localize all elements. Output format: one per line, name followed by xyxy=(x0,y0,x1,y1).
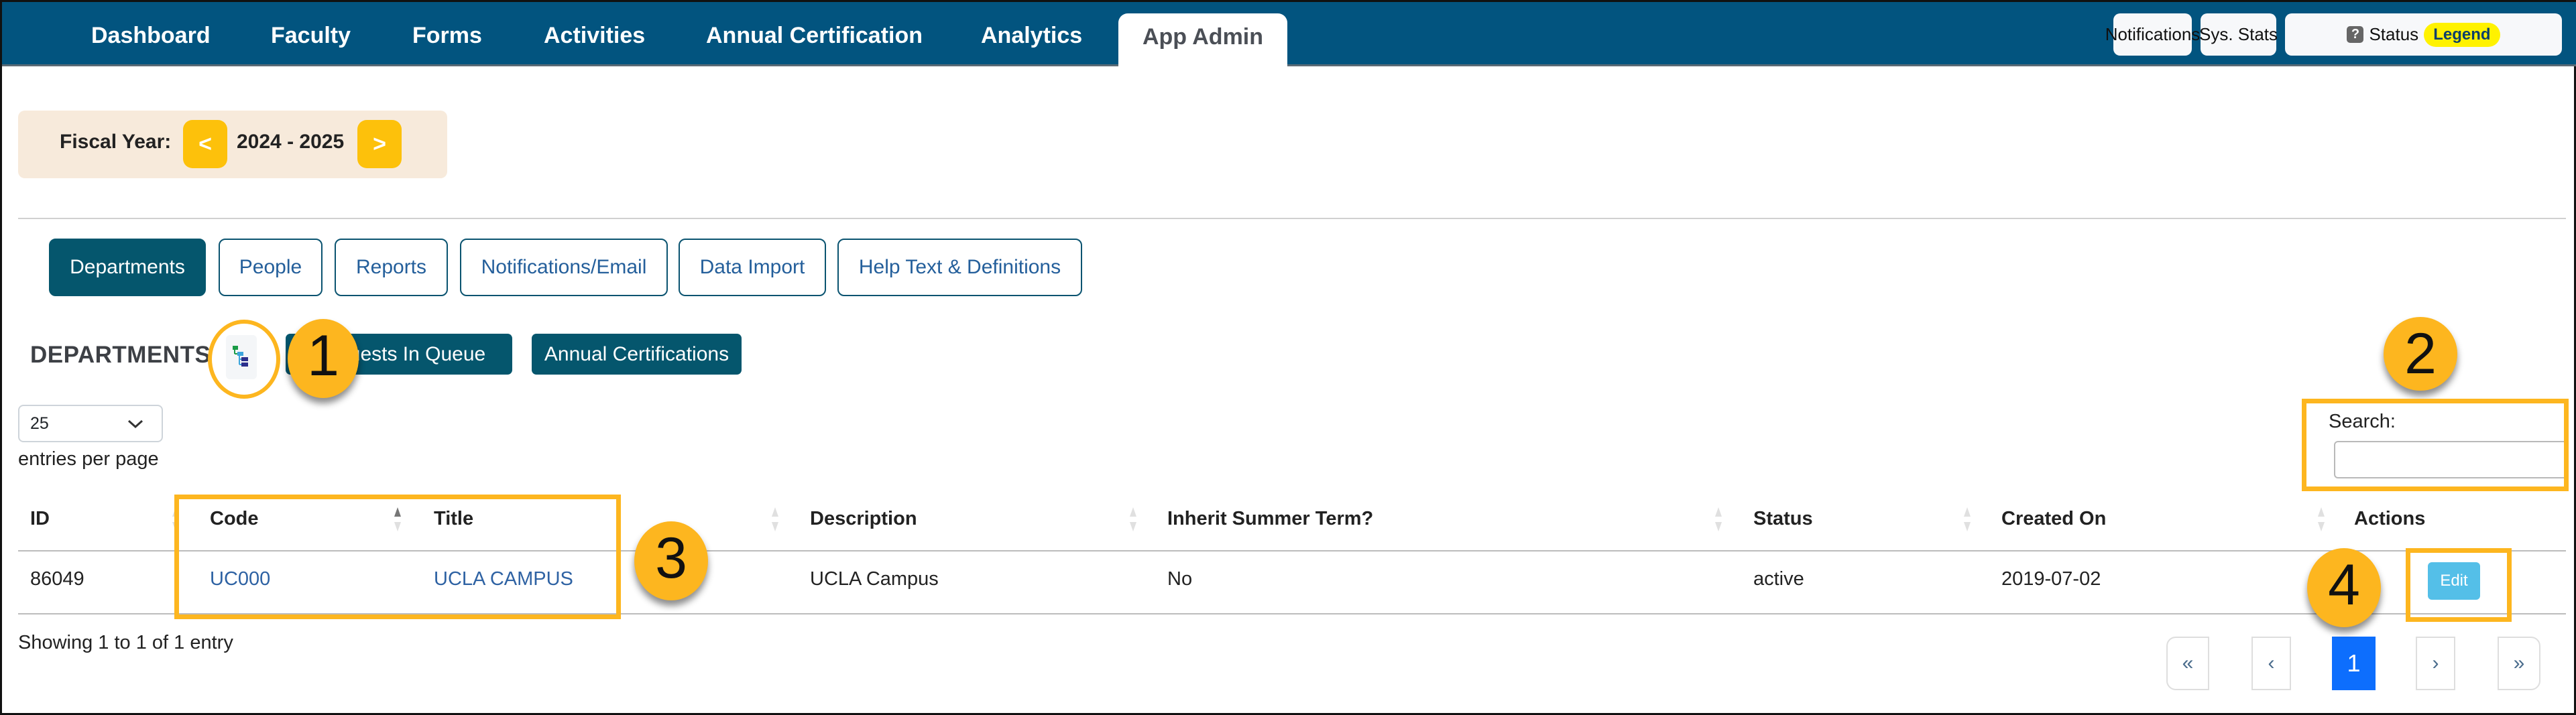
annotation-box-4 xyxy=(2406,548,2512,622)
nav-analytics[interactable]: Analytics xyxy=(981,22,1082,49)
legend-badge: Legend xyxy=(2424,22,2500,47)
column-header-id[interactable]: ID xyxy=(30,508,50,530)
tab-reports[interactable]: Reports xyxy=(335,239,448,296)
sort-icon xyxy=(1964,507,1971,531)
pagination-last-button[interactable]: » xyxy=(2498,637,2540,690)
entries-per-page-value: 25 xyxy=(30,413,49,433)
fiscal-year-prev-button[interactable]: < xyxy=(183,120,227,168)
annotation-callout-3: 3 xyxy=(634,521,708,600)
nav-activities[interactable]: Activities xyxy=(544,22,645,49)
fiscal-year-label: Fiscal Year: xyxy=(60,131,172,153)
pagination-prev-button[interactable]: ‹ xyxy=(2251,637,2291,690)
fiscal-year-value: 2024 - 2025 xyxy=(237,131,345,153)
tab-notifications-email[interactable]: Notifications/Email xyxy=(460,239,668,296)
tab-data-import[interactable]: Data Import xyxy=(679,239,826,296)
section-divider xyxy=(18,218,2566,219)
annual-certifications-button[interactable]: Annual Certifications xyxy=(532,334,742,375)
tab-help-text-definitions[interactable]: Help Text & Definitions xyxy=(837,239,1082,296)
status-label: Status xyxy=(2369,24,2419,44)
cell-created-on: 2019-07-02 xyxy=(2001,568,2101,590)
tab-people[interactable]: People xyxy=(219,239,323,296)
column-header-status[interactable]: Status xyxy=(1753,508,1813,530)
pagination-page-1[interactable]: 1 xyxy=(2332,637,2376,690)
annotation-box-2 xyxy=(2302,399,2569,491)
departments-heading: DEPARTMENTS xyxy=(30,342,211,368)
fiscal-year-selector: Fiscal Year: < 2024 - 2025 > xyxy=(18,111,447,178)
nav-forms[interactable]: Forms xyxy=(412,22,482,49)
pagination-next-button[interactable]: › xyxy=(2416,637,2455,690)
annotation-box-3 xyxy=(174,495,621,619)
cell-description: UCLA Campus xyxy=(810,568,939,590)
entries-per-page-select[interactable]: 25 xyxy=(18,405,163,442)
nav-app-admin[interactable]: App Admin xyxy=(1118,13,1287,68)
column-header-created-on[interactable]: Created On xyxy=(2001,508,2106,530)
sort-icon xyxy=(772,507,778,531)
help-icon: ? xyxy=(2347,26,2364,43)
nav-annual-certification[interactable]: Annual Certification xyxy=(706,22,923,49)
sort-icon xyxy=(1715,507,1722,531)
fiscal-year-next-button[interactable]: > xyxy=(357,120,402,168)
nav-dashboard[interactable]: Dashboard xyxy=(91,22,211,49)
cell-inherit-summer-term: No xyxy=(1167,568,1193,590)
sort-icon xyxy=(2318,507,2325,531)
showing-entries-text: Showing 1 to 1 of 1 entry xyxy=(18,632,233,653)
nav-faculty[interactable]: Faculty xyxy=(271,22,351,49)
pagination-first-button[interactable]: « xyxy=(2166,637,2209,690)
cell-id: 86049 xyxy=(30,568,84,590)
status-legend-button[interactable]: ? Status Legend xyxy=(2285,13,2562,56)
tab-departments[interactable]: Departments xyxy=(49,239,206,296)
annotation-callout-4: 4 xyxy=(2307,548,2381,627)
column-header-actions: Actions xyxy=(2354,508,2426,529)
sys-stats-button[interactable]: Sys. Stats xyxy=(2199,13,2278,56)
cell-status: active xyxy=(1753,568,1804,590)
annotation-callout-2: 2 xyxy=(2384,317,2457,391)
column-header-description[interactable]: Description xyxy=(810,508,917,530)
entries-per-page-label: entries per page xyxy=(18,448,159,470)
sort-icon xyxy=(1130,507,1136,531)
notifications-button[interactable]: Notifications xyxy=(2105,13,2200,56)
chevron-down-icon xyxy=(127,419,143,429)
annotation-callout-1: 1 xyxy=(288,319,359,398)
column-header-inherit-summer-term[interactable]: Inherit Summer Term? xyxy=(1167,508,1373,530)
top-navbar: Dashboard Faculty Forms Activities Annua… xyxy=(2,2,2576,68)
annotation-ring-1 xyxy=(208,320,280,399)
